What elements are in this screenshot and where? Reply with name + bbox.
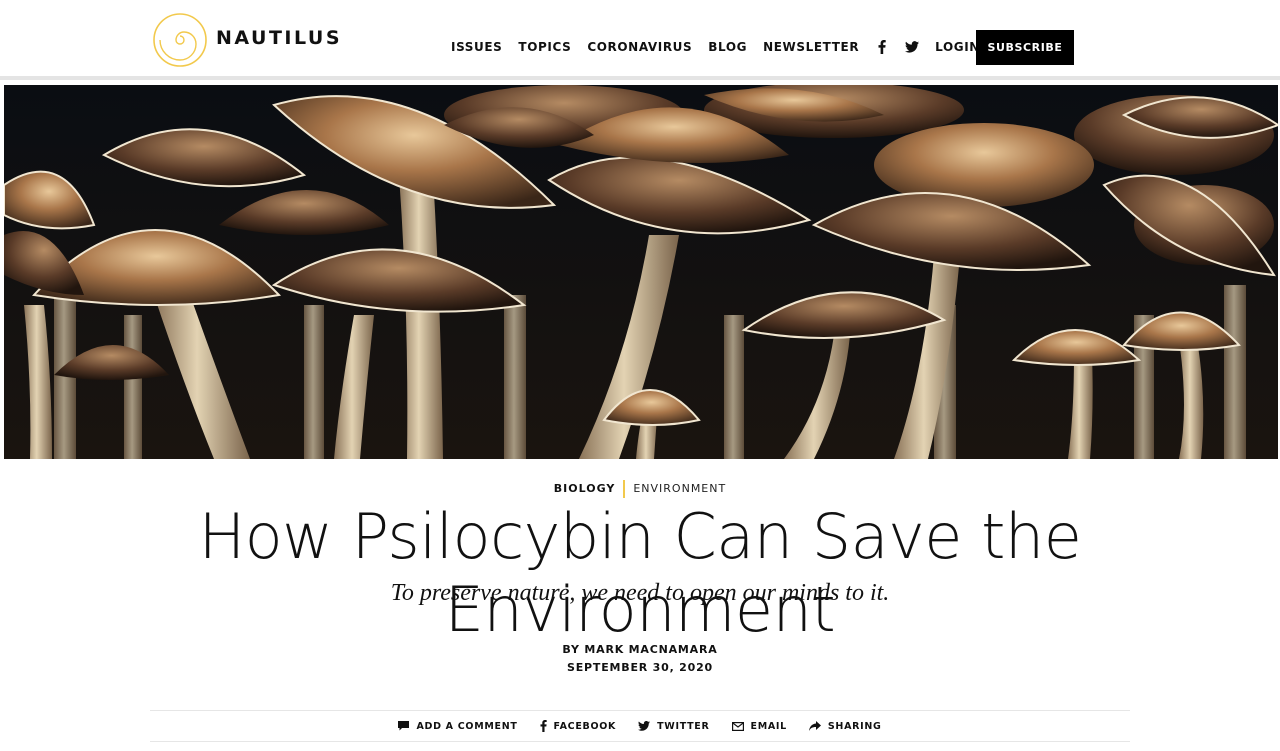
comment-icon [398, 721, 410, 731]
category-biology[interactable]: BIOLOGY [554, 482, 616, 495]
article-title: How Psilocybin Can Save the Environment [198, 500, 1082, 646]
share-bar: ADD A COMMENT FACEBOOK TWITTER EMAIL SHA… [150, 710, 1130, 742]
article-categories: BIOLOGY ENVIRONMENT [0, 480, 1280, 498]
login-link[interactable]: LOGIN [935, 40, 980, 54]
hero-image [4, 85, 1278, 459]
share-arrow-icon [808, 721, 821, 731]
nav-item-coronavirus[interactable]: CORONAVIRUS [587, 40, 692, 54]
nav-item-topics[interactable]: TOPICS [518, 40, 571, 54]
facebook-share-label: FACEBOOK [553, 720, 617, 732]
sharing-label: SHARING [827, 720, 882, 732]
email-share-button[interactable]: EMAIL [731, 720, 787, 732]
facebook-icon [540, 720, 547, 732]
twitter-share-label: TWITTER [657, 720, 710, 732]
subscribe-button[interactable]: SUBSCRIBE [976, 30, 1074, 65]
article-subtitle: To preserve nature, we need to open our … [390, 580, 890, 606]
facebook-icon[interactable] [875, 40, 889, 54]
spiral-shell-icon[interactable] [152, 12, 208, 68]
article-date: SEPTEMBER 30, 2020 [567, 661, 713, 674]
add-comment-button[interactable]: ADD A COMMENT [398, 721, 517, 732]
sharing-button[interactable]: SHARING [808, 720, 882, 732]
nav-item-issues[interactable]: ISSUES [451, 40, 502, 54]
email-share-label: EMAIL [750, 720, 787, 732]
category-divider [623, 480, 626, 498]
twitter-icon [638, 721, 651, 731]
site-brand-name[interactable]: NAUTILUS [216, 27, 342, 49]
article-byline[interactable]: BY MARK MACNAMARA [0, 643, 1280, 656]
nav-item-blog[interactable]: BLOG [708, 40, 747, 54]
main-nav: ISSUES TOPICS CORONAVIRUS BLOG NEWSLETTE… [451, 40, 996, 54]
twitter-share-button[interactable]: TWITTER [638, 721, 709, 732]
category-environment[interactable]: ENVIRONMENT [633, 482, 726, 495]
twitter-icon[interactable] [905, 40, 920, 54]
facebook-share-button[interactable]: FACEBOOK [540, 720, 617, 732]
email-icon [731, 721, 744, 731]
add-comment-label: ADD A COMMENT [416, 720, 518, 732]
site-header: NAUTILUS ISSUES TOPICS CORONAVIRUS BLOG … [0, 0, 1280, 80]
nav-item-newsletter[interactable]: NEWSLETTER [763, 40, 859, 54]
